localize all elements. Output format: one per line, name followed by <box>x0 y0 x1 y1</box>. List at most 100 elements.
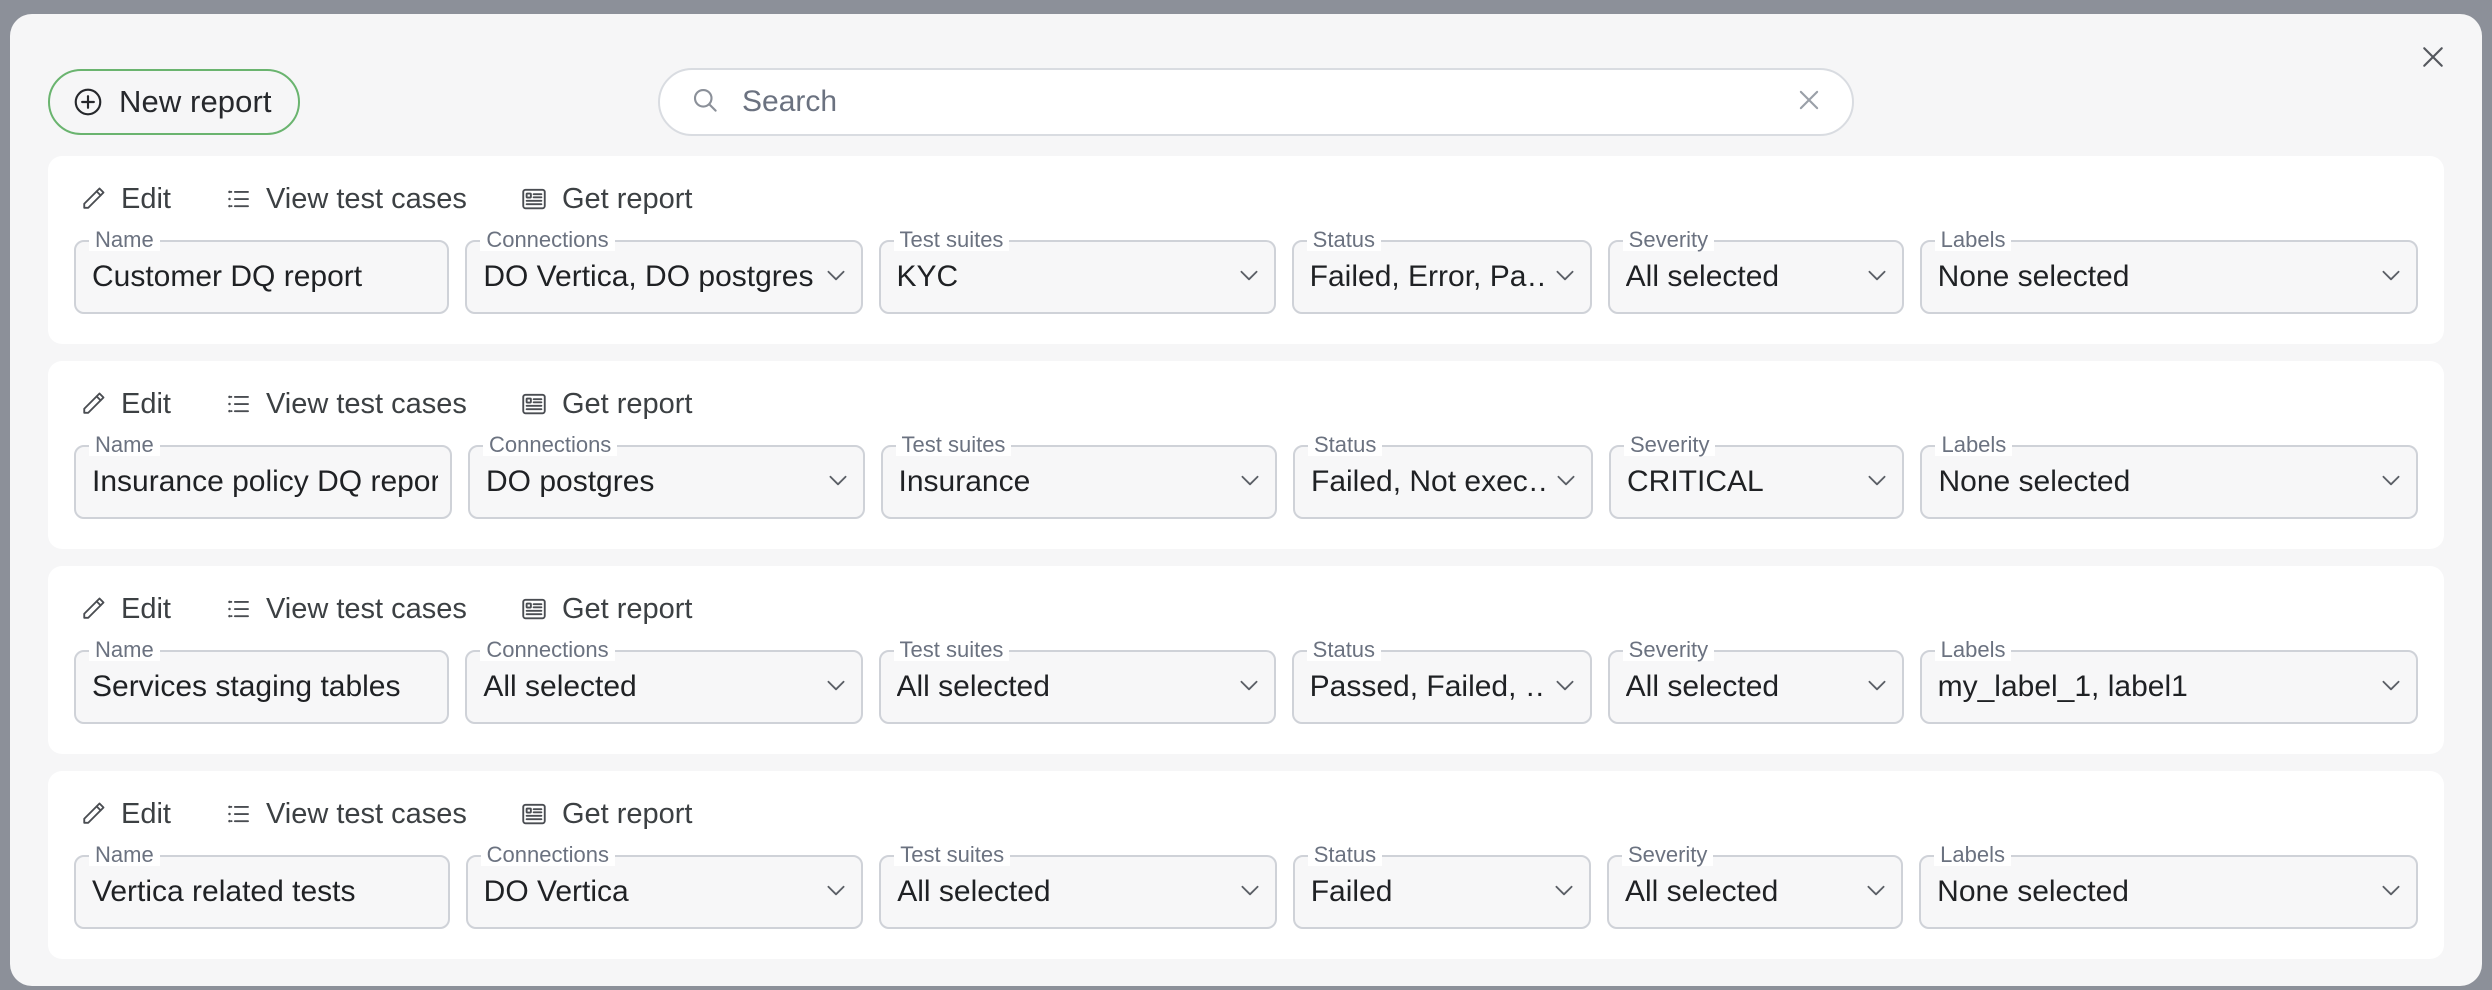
close-button[interactable] <box>2410 36 2456 82</box>
edit-action[interactable]: Edit <box>74 796 175 833</box>
reports-list: Edit View test cases Get report Name Cus… <box>10 156 2482 986</box>
edit-action[interactable]: Edit <box>74 591 175 628</box>
status-field-label: Status <box>1306 229 1382 251</box>
status-field-value: Failed, Error, Pa… <box>1309 260 1544 293</box>
get-report-action[interactable]: Get report <box>515 591 697 628</box>
view-test-cases-action[interactable]: View test cases <box>219 181 471 218</box>
status-select[interactable]: Status Failed, Error, Pa… <box>1291 229 1592 314</box>
chevron-down-icon <box>1228 672 1262 703</box>
connections-field-value: DO Vertica <box>483 875 629 908</box>
name-field-label: Name <box>89 639 160 661</box>
chevron-down-icon <box>1229 877 1263 908</box>
chevron-down-icon <box>815 877 849 908</box>
edit-action[interactable]: Edit <box>74 386 175 423</box>
chevron-down-icon <box>1856 262 1890 293</box>
name-field-label: Name <box>89 434 160 456</box>
test-suites-select[interactable]: Test suites All selected <box>878 639 1276 724</box>
severity-select[interactable]: Severity All selected <box>1607 639 1904 724</box>
view-test-cases-action[interactable]: View test cases <box>219 796 471 833</box>
view-test-cases-label: View test cases <box>265 797 467 830</box>
name-field-value: Vertica related tests <box>92 875 356 908</box>
name-field-label: Name <box>89 229 160 251</box>
get-report-action[interactable]: Get report <box>515 796 697 833</box>
severity-select[interactable]: Severity CRITICAL <box>1609 434 1905 519</box>
card-actions: Edit View test cases Get report <box>74 586 2418 632</box>
status-select[interactable]: Status Passed, Failed, … <box>1291 639 1592 724</box>
status-field-label: Status <box>1307 844 1383 866</box>
name-field[interactable]: Name Customer DQ report <box>74 229 450 314</box>
list-icon <box>223 184 253 214</box>
name-field[interactable]: Name Insurance policy DQ report <box>74 434 452 519</box>
close-icon <box>2418 42 2448 77</box>
report-card: Edit View test cases <box>48 361 2444 549</box>
chevron-down-icon <box>1229 467 1263 498</box>
name-field[interactable]: Name Vertica related tests <box>74 844 450 929</box>
connections-field-value: DO postgres <box>486 465 655 498</box>
connections-field-value: All selected <box>483 670 637 703</box>
test-suites-field-label: Test suites <box>894 844 1011 866</box>
card-fields: Name Services staging tables Connections… <box>74 639 2418 724</box>
status-field-label: Status <box>1306 639 1382 661</box>
card-fields: Name Insurance policy DQ report Connecti… <box>74 434 2418 519</box>
labels-field-label: Labels <box>1934 844 2011 866</box>
search-icon <box>690 85 720 120</box>
pencil-icon <box>78 184 108 214</box>
connections-field-value: DO Vertica, DO postgres <box>483 260 814 293</box>
chevron-down-icon <box>817 467 851 498</box>
edit-label: Edit <box>121 797 171 830</box>
status-field-value: Failed, Not exec… <box>1311 465 1545 498</box>
severity-field-label: Severity <box>1621 844 1714 866</box>
test-suites-select[interactable]: Test suites All selected <box>879 844 1277 929</box>
get-report-action[interactable]: Get report <box>515 181 697 218</box>
severity-field-value: CRITICAL <box>1627 465 1764 498</box>
test-suites-field-label: Test suites <box>893 229 1010 251</box>
status-select[interactable]: Status Failed <box>1292 844 1591 929</box>
view-test-cases-label: View test cases <box>265 592 467 625</box>
labels-field-label: Labels <box>1935 434 2013 456</box>
article-icon <box>519 389 549 419</box>
status-field-value: Passed, Failed, … <box>1309 670 1544 703</box>
labels-select[interactable]: Labels my_label_1, label1 <box>1919 639 2418 724</box>
connections-select[interactable]: Connections All selected <box>465 639 863 724</box>
severity-field-value: All selected <box>1625 260 1780 293</box>
connections-field-label: Connections <box>480 229 615 251</box>
new-report-label: New report <box>119 84 272 119</box>
connections-select[interactable]: Connections DO Vertica <box>465 844 864 929</box>
card-fields: Name Customer DQ report Connections DO V… <box>74 229 2418 314</box>
edit-action[interactable]: Edit <box>74 181 175 218</box>
status-select[interactable]: Status Failed, Not exec… <box>1293 434 1593 519</box>
name-field[interactable]: Name Services staging tables <box>74 639 450 724</box>
labels-select[interactable]: Labels None selected <box>1919 229 2418 314</box>
search-input[interactable] <box>742 85 1772 119</box>
view-test-cases-action[interactable]: View test cases <box>219 386 471 423</box>
new-report-button[interactable]: New report <box>48 69 300 135</box>
get-report-action[interactable]: Get report <box>515 386 697 423</box>
report-card: Edit View test cases <box>48 156 2444 344</box>
chevron-down-icon <box>1228 262 1262 293</box>
list-icon <box>223 799 253 829</box>
chevron-down-icon <box>1545 467 1579 498</box>
chevron-down-icon <box>1544 262 1578 293</box>
connections-select[interactable]: Connections DO postgres <box>468 434 865 519</box>
test-suites-field-value: Insurance <box>898 465 1031 498</box>
card-actions: Edit View test cases Get report <box>74 381 2418 427</box>
clear-icon[interactable] <box>1794 85 1824 120</box>
severity-field-label: Severity <box>1624 434 1716 456</box>
test-suites-select[interactable]: Test suites KYC <box>878 229 1276 314</box>
view-test-cases-action[interactable]: View test cases <box>219 591 471 628</box>
severity-select[interactable]: Severity All selected <box>1607 229 1904 314</box>
article-icon <box>519 799 549 829</box>
severity-select[interactable]: Severity All selected <box>1606 844 1904 929</box>
test-suites-select[interactable]: Test suites Insurance <box>880 434 1277 519</box>
labels-field-value: my_label_1, label1 <box>1937 670 2188 703</box>
severity-field-value: All selected <box>1625 670 1780 703</box>
connections-select[interactable]: Connections DO Vertica, DO postgres <box>465 229 863 314</box>
search-box[interactable] <box>658 68 1854 136</box>
chevron-down-icon <box>2370 262 2404 293</box>
labels-field-value: None selected <box>1937 875 2129 908</box>
test-suites-field-label: Test suites <box>893 639 1010 661</box>
labels-select[interactable]: Labels None selected <box>1919 844 2418 929</box>
test-suites-field-label: Test suites <box>895 434 1012 456</box>
labels-select[interactable]: Labels None selected <box>1920 434 2418 519</box>
chevron-down-icon <box>2370 467 2404 498</box>
